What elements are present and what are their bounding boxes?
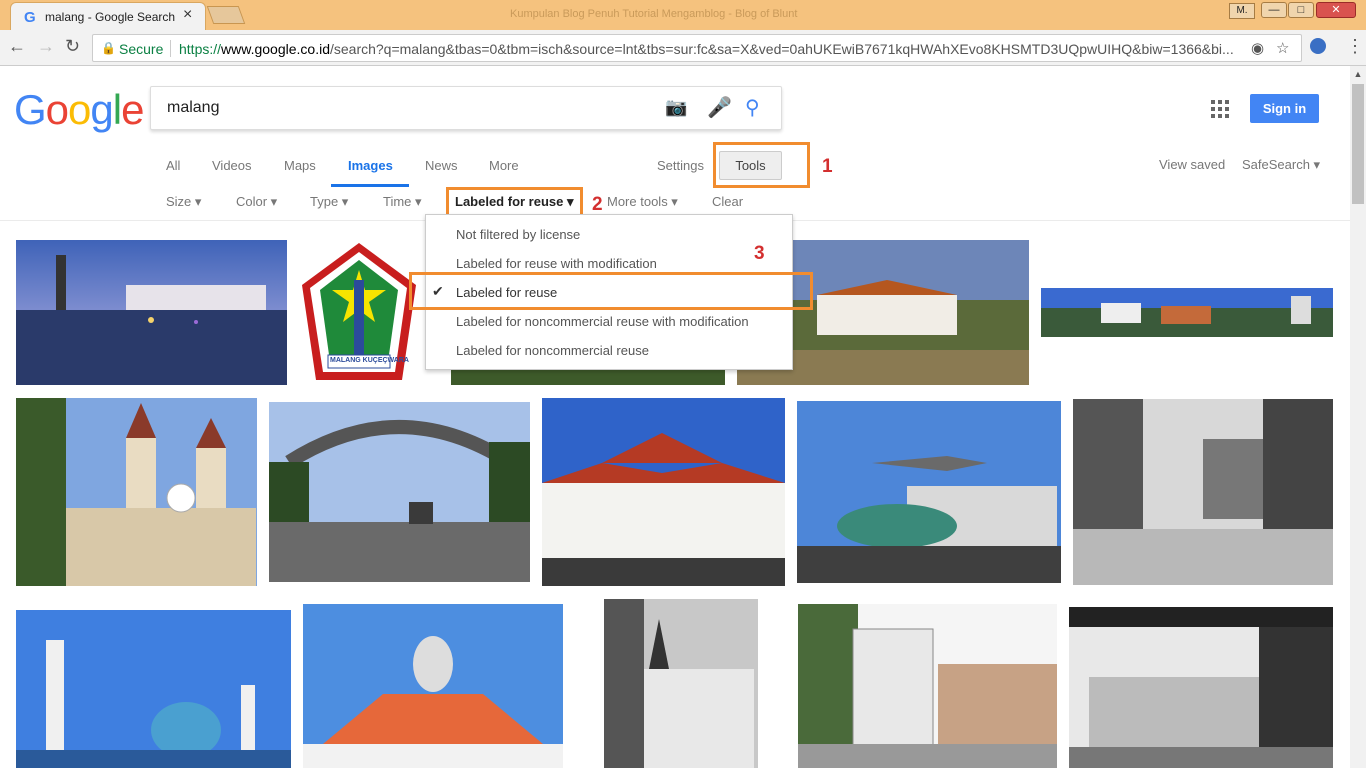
filter-size[interactable]: Size ▾ xyxy=(166,194,201,210)
back-arrow-icon[interactable]: ← xyxy=(8,36,26,57)
filter-time[interactable]: Time ▾ xyxy=(383,194,422,210)
result-image-bw-church[interactable] xyxy=(604,599,758,768)
reload-icon[interactable]: ↻ xyxy=(65,36,80,57)
extension-icon[interactable] xyxy=(1310,38,1326,54)
view-saved-link[interactable]: View saved xyxy=(1159,157,1225,172)
apps-grid-icon[interactable] xyxy=(1211,100,1229,118)
result-image-shops[interactable] xyxy=(798,604,1057,768)
logo-letter: l xyxy=(112,86,122,133)
result-image-emblem[interactable]: MALANG KUÇEÇWARA xyxy=(298,240,420,385)
option-not-filtered[interactable]: Not filtered by license xyxy=(456,227,580,242)
close-window-button[interactable]: ✕ xyxy=(1316,2,1356,18)
result-image-church[interactable] xyxy=(16,398,257,586)
lock-icon: 🔒 xyxy=(101,41,116,55)
filter-type[interactable]: Type ▾ xyxy=(310,194,348,210)
settings-link[interactable]: Settings xyxy=(657,158,704,173)
location-icon[interactable]: ◉ xyxy=(1251,39,1264,57)
tab-more[interactable]: More xyxy=(489,158,519,173)
minimize-button[interactable]: — xyxy=(1261,2,1287,18)
tab-videos[interactable]: Videos xyxy=(212,158,252,173)
browser-titlebar: G malang - Google Search × Kumpulan Blog… xyxy=(0,0,1366,30)
result-image-old-street[interactable] xyxy=(1073,399,1333,585)
search-input[interactable]: malang xyxy=(167,99,219,117)
search-box[interactable]: malang 📷 🎤 ⚲ xyxy=(150,86,782,130)
google-logo[interactable]: Google xyxy=(14,86,144,134)
result-image-panorama[interactable] xyxy=(1041,288,1333,337)
emblem-label: MALANG KUÇEÇWARA xyxy=(330,357,409,364)
result-image-dome[interactable] xyxy=(303,604,563,768)
result-image-alun-alun[interactable] xyxy=(16,240,287,385)
search-icon[interactable]: ⚲ xyxy=(745,95,760,120)
highlight-box-usage xyxy=(446,187,583,217)
highlight-box-option xyxy=(409,272,813,310)
logo-letter: g xyxy=(90,86,113,133)
logo-letter: e xyxy=(121,86,144,133)
logo-letter: G xyxy=(14,86,47,133)
bookmark-star-icon[interactable]: ☆ xyxy=(1276,39,1289,57)
browser-tab[interactable]: G malang - Google Search × xyxy=(10,2,206,30)
url-text[interactable]: https://www.google.co.id/search?q=malang… xyxy=(179,41,1245,57)
filter-more-tools[interactable]: More tools ▾ xyxy=(607,194,678,210)
filter-color[interactable]: Color ▾ xyxy=(236,194,277,210)
annotation-number-2: 2 xyxy=(592,194,603,215)
option-reuse-with-modification[interactable]: Labeled for reuse with modification xyxy=(456,256,657,271)
highlight-box-tools xyxy=(713,142,810,188)
secure-label: Secure xyxy=(119,41,164,57)
address-bar[interactable]: 🔒 Secure https://www.google.co.id/search… xyxy=(92,34,1302,62)
result-image-city-hall[interactable] xyxy=(542,398,785,586)
result-image-colonial[interactable] xyxy=(1069,607,1333,768)
tab-news[interactable]: News xyxy=(425,158,458,173)
address-separator xyxy=(170,40,171,57)
faded-window-title: Kumpulan Blog Penuh Tutorial Mengamblog … xyxy=(510,8,798,20)
google-favicon-icon: G xyxy=(24,9,36,26)
browser-toolbar: ← → ↻ 🔒 Secure https://www.google.co.id/… xyxy=(0,30,1366,66)
maximize-button[interactable]: □ xyxy=(1288,2,1314,18)
camera-search-icon[interactable]: 📷 xyxy=(665,97,687,118)
filter-clear[interactable]: Clear xyxy=(712,194,743,209)
scroll-up-arrow-icon[interactable]: ▲ xyxy=(1350,66,1366,82)
browser-menu-icon[interactable]: ⋮ xyxy=(1346,36,1364,57)
tab-maps[interactable]: Maps xyxy=(284,158,316,173)
logo-letter: o xyxy=(68,86,91,133)
tab-images[interactable]: Images xyxy=(348,158,393,173)
tab-close-icon[interactable]: × xyxy=(183,6,192,24)
option-noncommercial-with-modification[interactable]: Labeled for noncommercial reuse with mod… xyxy=(456,314,749,329)
logo-letter: o xyxy=(45,86,69,133)
annotation-number-1: 1 xyxy=(822,156,833,177)
annotation-number-3: 3 xyxy=(754,243,765,264)
option-noncommercial-reuse[interactable]: Labeled for noncommercial reuse xyxy=(456,343,649,358)
new-tab-button[interactable] xyxy=(206,6,246,24)
sign-in-button[interactable]: Sign in xyxy=(1250,94,1319,123)
tab-title: malang - Google Search xyxy=(45,10,176,24)
microphone-icon[interactable]: 🎤 xyxy=(707,95,732,120)
scrollbar-thumb[interactable] xyxy=(1352,84,1364,204)
forward-arrow-icon[interactable]: → xyxy=(37,36,55,57)
active-tab-indicator xyxy=(331,184,409,187)
profile-button[interactable]: M. xyxy=(1229,3,1255,19)
result-image-jet-monument[interactable] xyxy=(797,401,1061,583)
result-image-gateway[interactable] xyxy=(269,402,530,582)
safesearch-dropdown[interactable]: SafeSearch ▾ xyxy=(1242,157,1320,173)
tab-all[interactable]: All xyxy=(166,158,180,173)
result-image-mosque[interactable] xyxy=(16,610,291,768)
